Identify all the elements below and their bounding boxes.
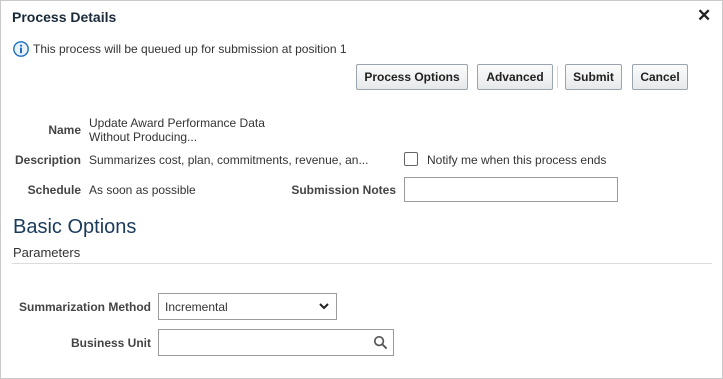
basic-options-heading: Basic Options	[13, 216, 137, 238]
cancel-button[interactable]: Cancel	[632, 64, 688, 90]
summarization-method-label: Summarization Method	[18, 300, 151, 314]
business-unit-label: Business Unit	[70, 336, 151, 350]
summarization-method-select[interactable]: Incremental	[158, 293, 337, 320]
schedule-value: As soon as possible	[89, 183, 196, 197]
schedule-label: Schedule	[27, 183, 81, 197]
name-value-line1: Update Award Performance Data	[89, 116, 265, 130]
business-unit-input[interactable]	[158, 329, 394, 356]
submission-notes-input[interactable]	[404, 177, 618, 202]
toolbar-separator	[557, 66, 558, 88]
chevron-down-icon	[319, 303, 329, 310]
submission-notes-label: Submission Notes	[291, 183, 396, 197]
notify-checkbox[interactable]	[404, 152, 418, 166]
notify-label: Notify me when this process ends	[427, 153, 607, 167]
submit-button[interactable]: Submit	[565, 64, 622, 90]
summarization-method-value: Incremental	[165, 299, 228, 314]
name-value-line2: Without Producing...	[89, 130, 198, 144]
search-icon[interactable]	[373, 335, 388, 350]
info-icon	[13, 41, 29, 57]
description-value: Summarizes cost, plan, commitments, reve…	[89, 153, 369, 167]
process-options-button[interactable]: Process Options	[356, 64, 468, 90]
queue-info-message: This process will be queued up for submi…	[33, 42, 347, 56]
advanced-button[interactable]: Advanced	[477, 64, 553, 90]
parameters-heading: Parameters	[13, 245, 81, 260]
section-divider	[12, 263, 712, 264]
description-label: Description	[14, 153, 81, 167]
dialog-title: Process Details	[12, 9, 117, 25]
close-icon[interactable]: ✕	[697, 6, 711, 26]
name-label: Name	[48, 123, 81, 137]
